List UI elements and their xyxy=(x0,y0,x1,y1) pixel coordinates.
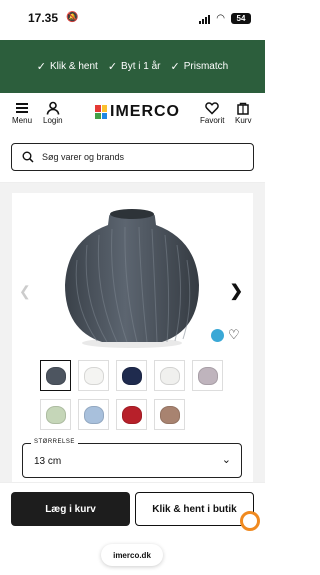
login-label: Login xyxy=(43,116,63,125)
thumbnail-2[interactable] xyxy=(78,360,109,391)
size-value: 13 cm xyxy=(34,456,62,467)
url-pill[interactable]: imerco.dk xyxy=(101,544,163,566)
vase-icon xyxy=(83,405,104,424)
vase-icon xyxy=(83,366,104,385)
bag-icon xyxy=(237,102,249,115)
vase-icon xyxy=(159,366,180,385)
thumbnail-4[interactable] xyxy=(154,360,185,391)
check-icon: ✓ xyxy=(107,61,118,73)
search-placeholder: Søg varer og brands xyxy=(42,152,125,162)
thumbnail-3[interactable] xyxy=(116,360,147,391)
battery-icon: 54 xyxy=(231,13,251,24)
product-favorite-icon[interactable]: ♡ xyxy=(228,327,240,343)
ar-view-icon[interactable] xyxy=(211,329,224,342)
browser-bar: imerco.dk xyxy=(0,542,265,575)
vase-icon xyxy=(45,405,66,424)
promo-item-pricematch: ✓ Prismatch xyxy=(171,60,229,73)
thumbnail-5[interactable] xyxy=(192,360,223,391)
thumbnail-9[interactable] xyxy=(154,399,185,430)
promo-item-click-collect: ✓ Klik & hent xyxy=(37,60,98,73)
check-icon: ✓ xyxy=(36,61,47,73)
promo-label: Byt i 1 år xyxy=(121,61,161,72)
status-time: 17.35 xyxy=(28,11,59,25)
menu-label: Menu xyxy=(12,116,33,125)
prev-image-arrow-icon[interactable]: ❮ xyxy=(19,283,31,300)
product-image[interactable] xyxy=(57,205,207,350)
status-indicators: ◠ 54 xyxy=(199,13,251,24)
promo-label: Prismatch xyxy=(183,61,229,72)
favorites-button[interactable]: Favorit xyxy=(200,101,224,125)
wifi-icon: ◠ xyxy=(216,13,225,24)
menu-icon xyxy=(16,103,28,113)
search-icon xyxy=(22,151,34,163)
heart-icon xyxy=(205,102,220,115)
cta-bar: Læg i kurv Klik & hent i butik xyxy=(0,482,265,542)
signal-icon xyxy=(199,14,211,24)
user-icon xyxy=(46,101,60,115)
click-collect-button[interactable]: Klik & hent i butik xyxy=(135,492,254,526)
site-header: Menu Login IMERCO Favorit Kurv xyxy=(0,93,265,133)
add-to-cart-button[interactable]: Læg i kurv xyxy=(11,492,130,526)
vase-icon xyxy=(121,405,142,424)
search-input[interactable]: Søg varer og brands xyxy=(11,143,254,171)
imerco-logo[interactable]: IMERCO xyxy=(95,103,180,121)
product-gallery: ❮ ❯ ♡ STØRRELSE 13 cm ⌄ xyxy=(12,193,253,493)
vase-icon xyxy=(159,405,180,424)
chat-icon[interactable] xyxy=(240,511,260,531)
thumbnail-6[interactable] xyxy=(40,399,71,430)
thumbnail-1[interactable] xyxy=(40,360,71,391)
login-button[interactable]: Login xyxy=(43,101,63,125)
cart-button[interactable]: Kurv xyxy=(235,101,251,125)
muted-bell-icon: 🔕 xyxy=(66,12,79,23)
promo-label: Klik & hent xyxy=(50,61,98,72)
next-image-arrow-icon[interactable]: ❯ xyxy=(230,281,243,301)
cart-label: Kurv xyxy=(235,116,252,125)
promo-item-exchange: ✓ Byt i 1 år xyxy=(108,60,161,73)
size-label: STØRRELSE xyxy=(31,439,78,445)
menu-button[interactable]: Menu xyxy=(12,101,32,125)
thumbnail-8[interactable] xyxy=(116,399,147,430)
vase-icon xyxy=(45,366,66,385)
vase-icon xyxy=(197,366,218,385)
vase-icon xyxy=(121,366,142,385)
favorites-label: Favorit xyxy=(200,116,225,125)
promo-bar: ✓ Klik & hent ✓ Byt i 1 år ✓ Prismatch xyxy=(0,40,265,93)
status-bar: 17.35 🔕 ◠ 54 xyxy=(0,0,265,40)
logo-text: IMERCO xyxy=(110,103,180,120)
chevron-down-icon: ⌄ xyxy=(221,454,231,466)
size-select[interactable]: STØRRELSE 13 cm ⌄ xyxy=(22,439,242,478)
thumbnail-strip xyxy=(40,360,230,430)
logo-mark xyxy=(95,105,107,119)
thumbnail-7[interactable] xyxy=(78,399,109,430)
check-icon: ✓ xyxy=(170,61,180,73)
